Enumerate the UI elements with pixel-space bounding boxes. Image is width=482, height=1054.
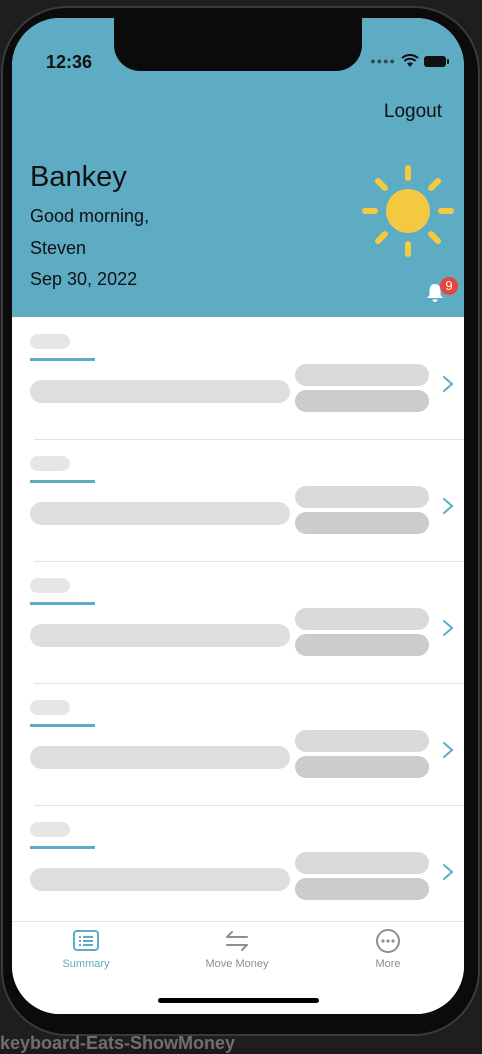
skeleton-underline (30, 846, 95, 849)
skeleton-cents (295, 756, 429, 778)
chevron-right-icon (443, 742, 454, 758)
summary-icon (73, 930, 99, 951)
chevron-right-icon (443, 498, 454, 514)
tab-move-money-label: Move Money (205, 958, 269, 970)
account-row-placeholder[interactable] (12, 439, 464, 561)
skeleton-balance (295, 852, 429, 874)
tab-move-money[interactable]: Move Money (187, 928, 287, 970)
logout-button[interactable]: Logout (384, 101, 442, 123)
skeleton-cents (295, 878, 429, 900)
battery-icon (424, 55, 449, 67)
caption-text: keyboard-Eats-ShowMoney (0, 1033, 236, 1053)
tab-more-label: More (375, 958, 401, 970)
skeleton-balance (295, 608, 429, 630)
skeleton-account-name (30, 746, 290, 769)
skeleton-cents (295, 512, 429, 534)
device-frame: 12:36 ●●●● Logout Bankey Good morning, S… (0, 0, 482, 1053)
notch (114, 18, 362, 71)
phone-screen: 12:36 ●●●● Logout Bankey Good morning, S… (12, 18, 464, 1014)
skeleton-account-name (30, 868, 290, 891)
chevron-right-icon (443, 864, 454, 880)
status-icons: ●●●● (370, 54, 449, 68)
skeleton-cents (295, 390, 429, 412)
signal-icon: ●●●● (370, 56, 396, 66)
skeleton-account-name (30, 502, 290, 525)
tab-summary-label: Summary (62, 958, 110, 970)
notification-badge: 9 (440, 277, 458, 295)
greeting-text: Good morning, (30, 206, 150, 226)
app-title: Bankey (30, 161, 127, 193)
arrows-left-right-icon (226, 931, 248, 951)
skeleton-tag (30, 700, 70, 715)
date-text: Sep 30, 2022 (30, 269, 138, 289)
status-time: 12:36 (46, 52, 93, 72)
account-row-placeholder[interactable] (12, 683, 464, 805)
skeleton-underline (30, 358, 95, 361)
skeleton-underline (30, 480, 95, 483)
skeleton-account-name (30, 380, 290, 403)
skeleton-balance (295, 730, 429, 752)
skeleton-tag (30, 456, 70, 471)
ellipsis-circle-icon (376, 929, 400, 953)
account-row-placeholder[interactable] (12, 317, 464, 439)
skeleton-account-name (30, 624, 290, 647)
tab-summary[interactable]: Summary (36, 928, 136, 970)
skeleton-underline (30, 602, 95, 605)
skeleton-underline (30, 724, 95, 727)
wifi-icon (401, 54, 419, 67)
tab-more[interactable]: More (338, 928, 438, 970)
chevron-right-icon (443, 620, 454, 636)
skeleton-balance (295, 486, 429, 508)
skeleton-tag (30, 334, 70, 349)
accounts-list (12, 317, 464, 927)
sun-icon (362, 165, 454, 257)
skeleton-tag (30, 822, 70, 837)
chevron-right-icon (443, 376, 454, 392)
skeleton-tag (30, 578, 70, 593)
account-row-placeholder[interactable] (12, 561, 464, 683)
home-indicator (158, 998, 319, 1003)
user-name: Steven (30, 238, 87, 258)
skeleton-balance (295, 364, 429, 386)
account-row-placeholder[interactable] (12, 805, 464, 927)
skeleton-cents (295, 634, 429, 656)
